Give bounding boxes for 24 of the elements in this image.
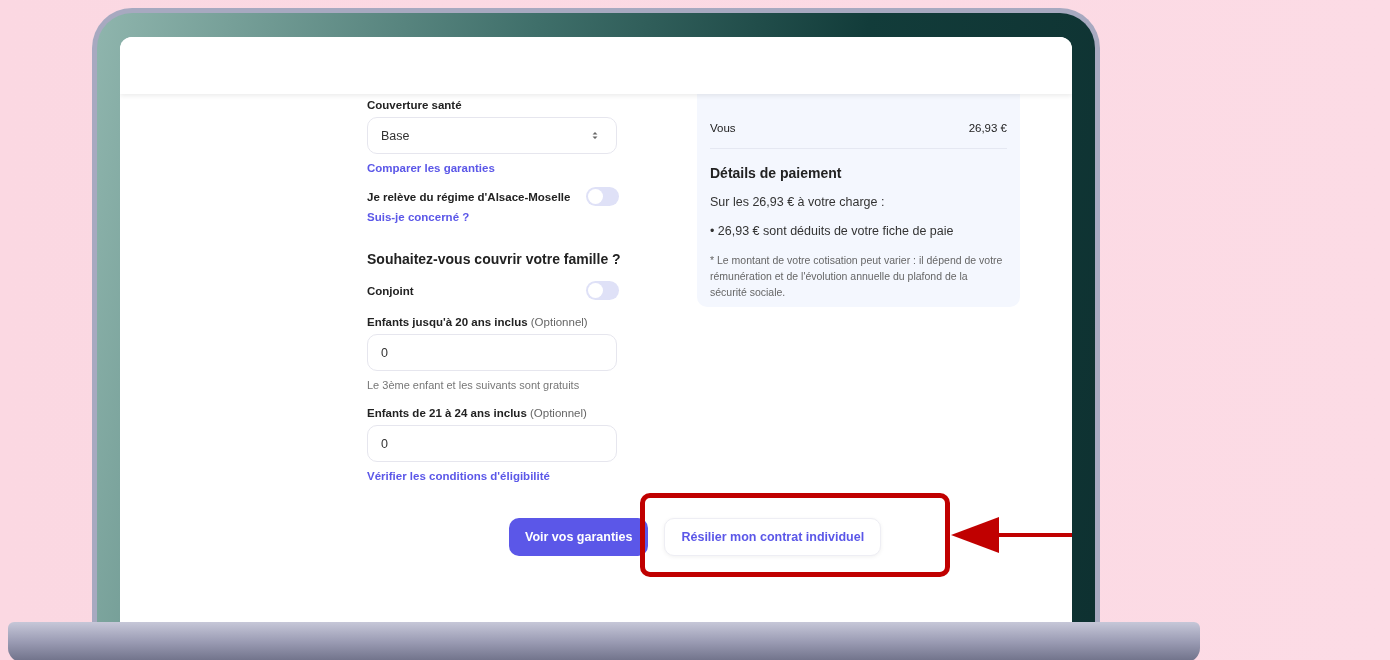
guarantees-button[interactable]: Voir vos garanties <box>509 518 649 556</box>
panel-heading: Détails de paiement <box>710 165 843 181</box>
toggle-switch[interactable] <box>586 281 619 300</box>
number-input[interactable]: 0 <box>367 334 617 371</box>
toggle-switch[interactable] <box>586 187 619 206</box>
cancel-contract-button[interactable]: Résilier mon contrat individuel <box>664 518 882 556</box>
number-input[interactable]: 0 <box>367 425 617 462</box>
sort-arrows-icon <box>592 131 598 140</box>
payment-text: Sur les 26,93 € à votre charge : <box>710 195 886 209</box>
coverage-select[interactable]: Base <box>367 117 617 154</box>
eligibility-link[interactable]: Vérifier les conditions d'éligibilité <box>367 470 550 482</box>
footnote-text: * Le montant de votre cotisation peut varier : il dépend de votre rémunération et de l'évolution annuelle du plafond de la sécurité sociale. <box>710 253 1004 300</box>
hint-text: Le 3ème enfant et les suivants sont gratuits <box>367 379 580 391</box>
toggle-label: Je relève du régime d'Alsace-Moselle <box>367 190 571 203</box>
row-label: Vous <box>710 122 736 134</box>
amount-text: 26,93 € <box>968 122 1007 134</box>
help-link[interactable]: Suis-je concerné ? <box>367 211 470 223</box>
section-heading: Souhaitez-vous couvrir votre famille ? <box>367 251 621 267</box>
compare-link[interactable]: Comparer les garanties <box>367 162 495 174</box>
payment-item: • 26,93 € sont déduits de votre fiche de paie <box>710 224 955 238</box>
field-label: Enfants jusqu'à 20 ans inclus (Optionnel) <box>367 316 588 328</box>
toggle-label: Conjoint <box>367 284 414 297</box>
field-label: Enfants de 21 à 24 ans inclus (Optionnel) <box>367 407 587 419</box>
field-label: Couverture santé <box>367 99 462 111</box>
